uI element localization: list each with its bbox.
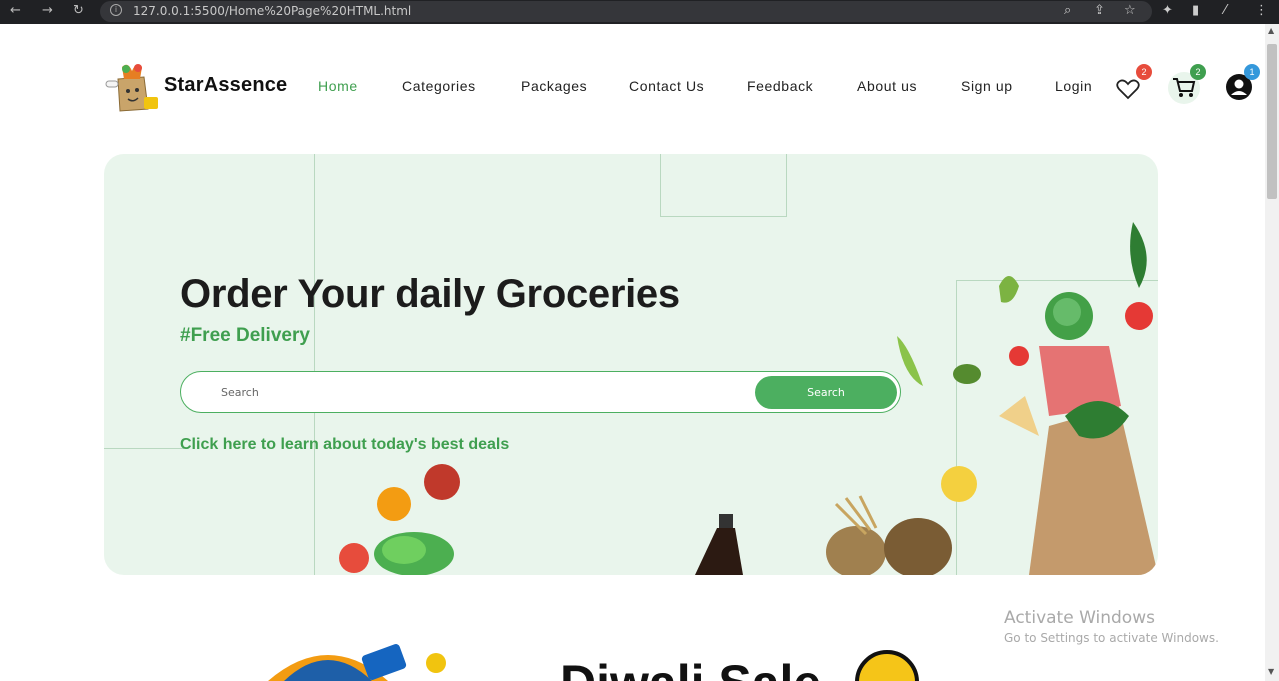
decor-line xyxy=(104,448,184,449)
wishlist-count-badge: 2 xyxy=(1136,64,1152,80)
profile-count-badge: 1 xyxy=(1244,64,1260,80)
hero-title: Order Your daily Groceries xyxy=(180,272,680,316)
reload-icon[interactable]: ↻ xyxy=(73,3,84,18)
nav-feedback[interactable]: Feedback xyxy=(747,78,813,94)
bottle-image xyxy=(695,514,743,575)
brand-name[interactable]: StarAssence xyxy=(164,74,287,97)
search-button[interactable]: Search xyxy=(755,376,897,409)
extensions-icon[interactable]: ✦ xyxy=(1162,3,1173,18)
nav-packages[interactable]: Packages xyxy=(521,78,587,94)
heart-icon xyxy=(1116,79,1140,100)
decor-line xyxy=(314,154,315,575)
cart-button[interactable]: 2 xyxy=(1168,64,1206,104)
wishlist-button[interactable]: 2 xyxy=(1116,64,1152,102)
hero-banner: Order Your daily Groceries #Free Deliver… xyxy=(104,154,1158,575)
nav-sign-up[interactable]: Sign up xyxy=(961,78,1013,94)
share-icon[interactable]: ⇪ xyxy=(1094,3,1105,18)
hero-subtitle: #Free Delivery xyxy=(180,325,310,346)
search-bar: Search xyxy=(180,371,901,413)
forward-icon[interactable]: → xyxy=(42,3,53,18)
search-input[interactable] xyxy=(221,382,741,402)
side-panel-icon[interactable]: ▮ xyxy=(1192,3,1199,18)
nav-categories[interactable]: Categories xyxy=(402,78,476,94)
nav-login[interactable]: Login xyxy=(1055,78,1092,94)
diwali-decoration-image xyxy=(268,644,446,681)
profile-button[interactable]: 1 xyxy=(1226,64,1260,102)
page-scrollbar[interactable]: ▲ ▼ xyxy=(1265,24,1279,681)
bookmark-star-icon[interactable]: ☆ xyxy=(1124,3,1136,18)
url-text: 127.0.0.1:5500/Home%20Page%20HTML.html xyxy=(133,4,412,18)
cart-count-badge: 2 xyxy=(1190,64,1206,80)
activate-windows-subtitle: Go to Settings to activate Windows. xyxy=(1004,631,1219,645)
zoom-icon[interactable]: ⌕ xyxy=(1064,3,1071,18)
nav-contact-us[interactable]: Contact Us xyxy=(629,78,704,94)
activate-windows-title: Activate Windows xyxy=(1004,608,1155,628)
menu-icon[interactable]: ⋮ xyxy=(1255,3,1268,18)
best-deals-link[interactable]: Click here to learn about today's best d… xyxy=(180,436,509,454)
back-icon[interactable]: ← xyxy=(10,3,21,18)
grocery-bag-image xyxy=(897,222,1158,575)
nav-about-us[interactable]: About us xyxy=(857,78,917,94)
scroll-down-icon[interactable]: ▼ xyxy=(1268,667,1274,676)
vegetables-image xyxy=(339,464,460,575)
smile-emoji-icon xyxy=(855,650,919,681)
browser-toolbar: ← → ↻ i 127.0.0.1:5500/Home%20Page%20HTM… xyxy=(0,0,1279,24)
logo-icon[interactable] xyxy=(104,57,164,117)
cart-icon xyxy=(1173,78,1196,97)
page: StarAssence Home Categories Packages Con… xyxy=(0,24,1265,681)
scroll-up-icon[interactable]: ▲ xyxy=(1268,26,1274,35)
promo-title: Diwali Sale xyxy=(560,654,821,681)
nav-home[interactable]: Home xyxy=(318,78,358,94)
profile-icon[interactable]: ⁄ xyxy=(1224,3,1226,18)
decor-box xyxy=(660,154,787,217)
scrollbar-thumb[interactable] xyxy=(1267,44,1277,199)
site-info-icon[interactable]: i xyxy=(110,4,122,16)
